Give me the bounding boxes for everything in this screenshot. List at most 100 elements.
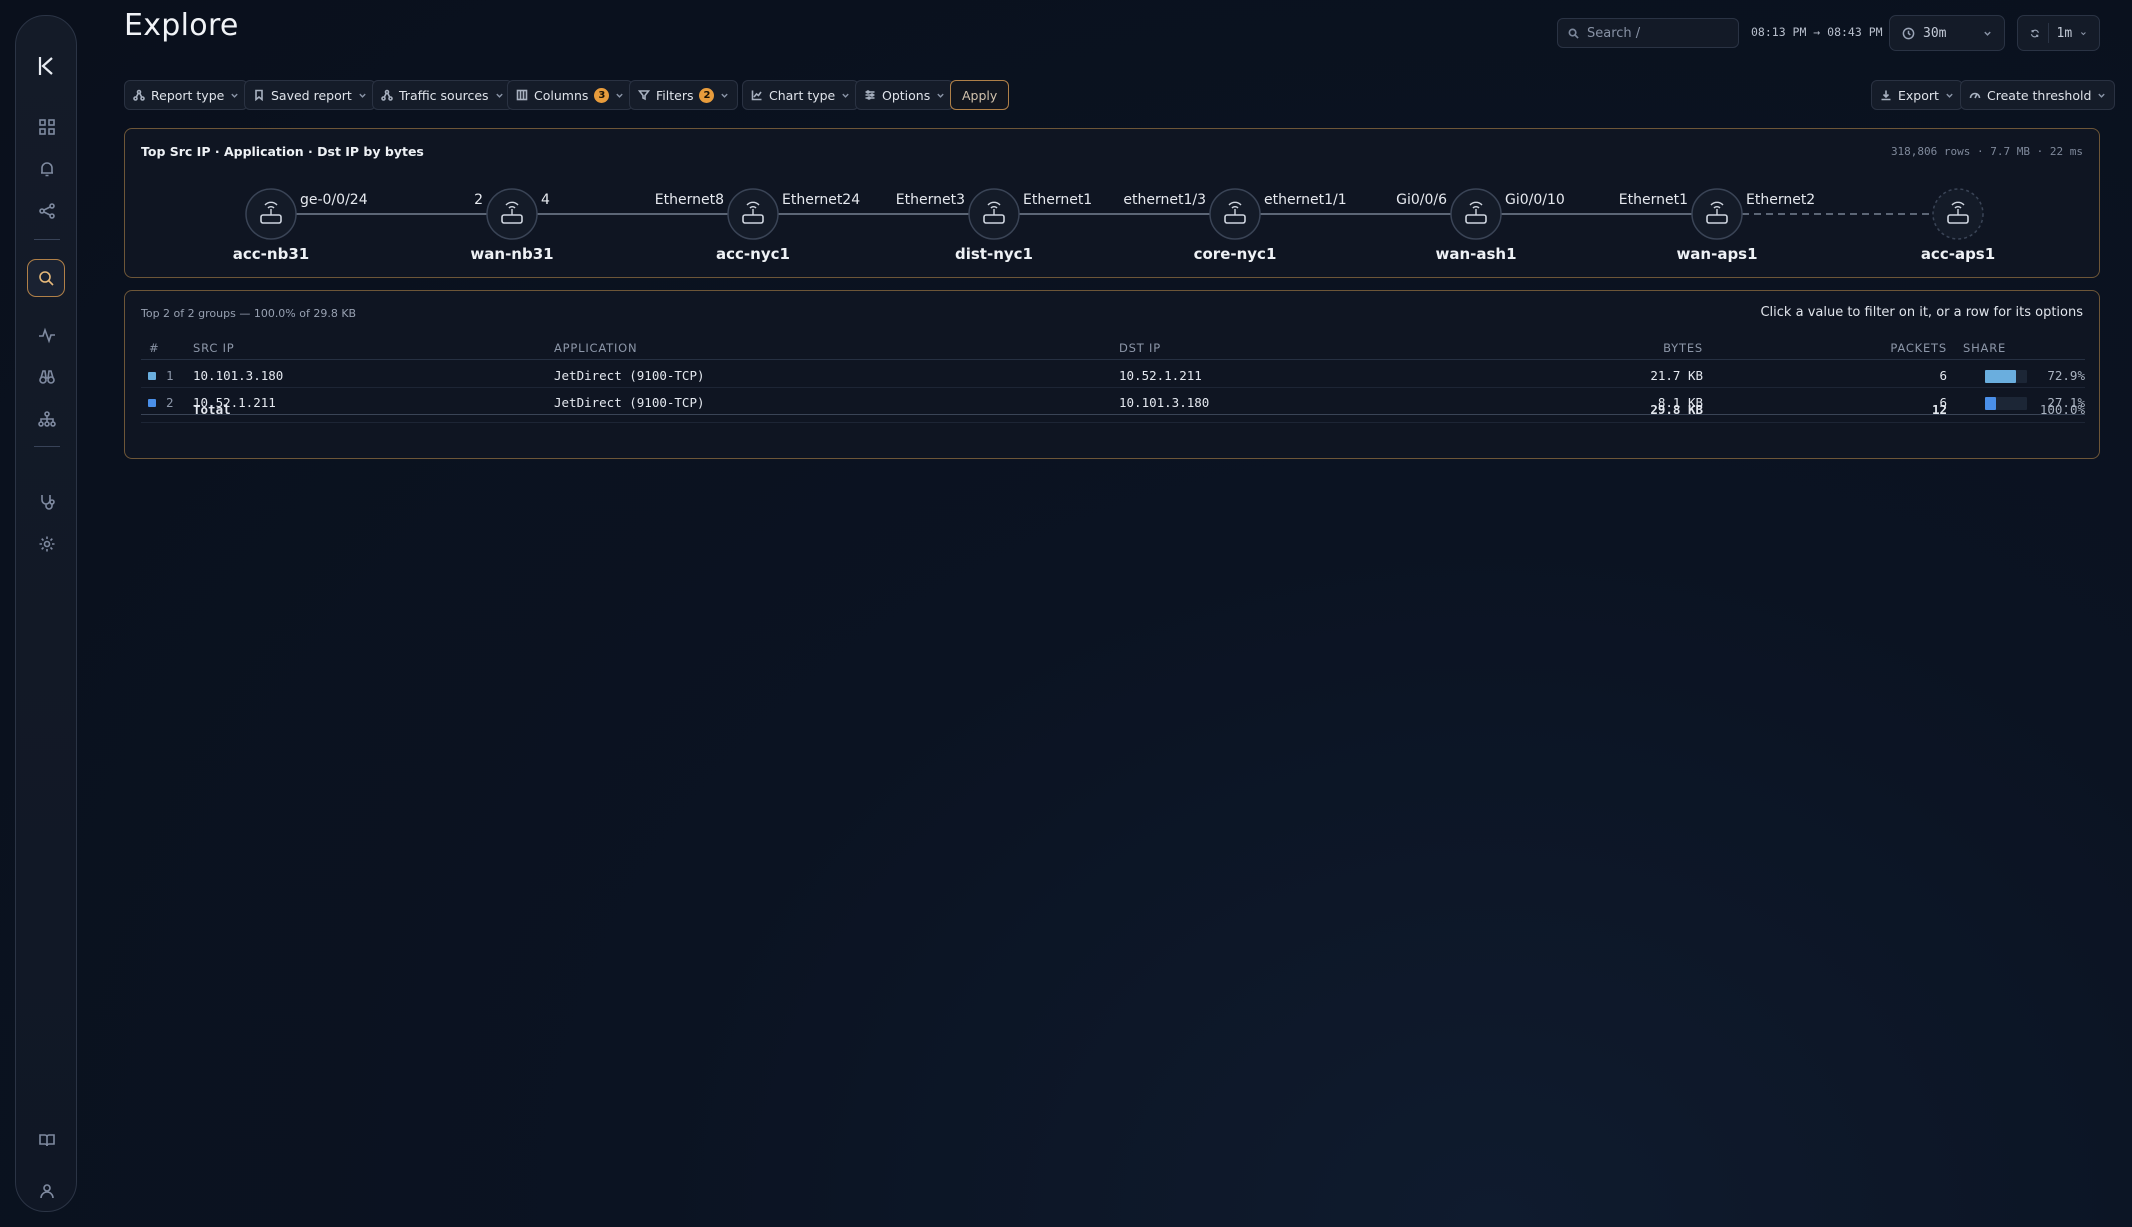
col-header-application[interactable]: APPLICATION: [554, 341, 637, 355]
columns-button[interactable]: Columns 3: [507, 80, 634, 110]
report-type-label: Report type: [151, 87, 225, 103]
col-header-bytes[interactable]: BYTES: [1663, 341, 1703, 355]
chevron-down-icon: [1946, 93, 1953, 98]
col-header-packets[interactable]: PACKETS: [1890, 341, 1947, 355]
search-box[interactable]: [1557, 18, 1739, 48]
filter-icon: [638, 90, 650, 101]
interface-label: Ethernet8: [655, 192, 724, 208]
col-header-src-ip[interactable]: SRC IP: [193, 341, 235, 355]
network-path-diagram: ge-0/0/24 2 4 Ethernet8 Ethernet24 Ethernet3 E…: [233, 188, 1995, 263]
interface-label: ge-0/0/24: [300, 192, 368, 208]
report-type-button[interactable]: Report type: [124, 80, 249, 110]
table-header-row: # SRC IP APPLICATION DST IP BYTES PACKET…: [141, 334, 2085, 360]
download-icon: [1881, 90, 1891, 101]
col-header-index: #: [149, 341, 160, 355]
search-input[interactable]: [1587, 25, 1727, 41]
sidebar-divider: [34, 446, 60, 447]
options-label: Options: [882, 87, 931, 103]
chart-type-button[interactable]: Chart type: [742, 80, 860, 110]
activity-pulse-icon[interactable]: [35, 323, 59, 347]
columns-icon: [516, 89, 528, 101]
network-icon: [381, 89, 393, 101]
book-icon[interactable]: [35, 1128, 59, 1152]
gear-icon[interactable]: [35, 532, 59, 556]
share-cell: 72.9%: [2047, 368, 2085, 383]
col-header-share[interactable]: SHARE: [1963, 341, 2006, 355]
device-name: wan-ash1: [1435, 245, 1516, 263]
interface-label: Gi0/0/10: [1505, 192, 1565, 208]
chevron-down-icon: [359, 93, 366, 98]
total-share: 100.0%: [2039, 402, 2085, 417]
columns-count-badge: 3: [594, 87, 610, 103]
application-cell[interactable]: JetDirect (9100-TCP): [554, 368, 705, 383]
share-bar-fill: [1985, 370, 2016, 383]
device-name: core-nyc1: [1194, 245, 1277, 263]
duration-select[interactable]: 30m: [1889, 15, 2005, 51]
duration-value: 30m: [1923, 25, 1947, 41]
refresh-icon: [2030, 29, 2039, 37]
filters-button[interactable]: Filters 2: [629, 80, 739, 110]
dst-ip-cell[interactable]: 10.52.1.211: [1119, 368, 1202, 383]
device-name: wan-aps1: [1676, 245, 1757, 263]
results-subheading: Top 2 of 2 groups — 100.0% of 29.8 KB: [141, 307, 357, 320]
saved-report-button[interactable]: Saved report: [244, 80, 376, 110]
chevron-down-icon: [1984, 31, 1991, 36]
app-logo-icon[interactable]: [30, 50, 62, 82]
line-chart-icon: [751, 90, 762, 101]
interface-label: Ethernet1: [1619, 192, 1688, 208]
topology-icon[interactable]: [35, 407, 59, 431]
interface-label: Gi0/0/6: [1396, 192, 1447, 208]
export-button[interactable]: Export: [1871, 80, 1963, 110]
results-panel: Top 2 of 2 groups — 100.0% of 29.8 KB Cl…: [124, 290, 2100, 459]
total-bytes: 29.8 KB: [1650, 402, 1703, 417]
total-label: Total: [193, 402, 231, 417]
explore-nav-item[interactable]: [27, 259, 65, 297]
chevron-down-icon: [937, 93, 944, 98]
bytes-cell: 21.7 KB: [1650, 368, 1703, 383]
refresh-interval-value: 1m: [2056, 25, 2073, 41]
traffic-sources-button[interactable]: Traffic sources: [372, 80, 513, 110]
row-index: 1: [166, 368, 174, 383]
table-row[interactable]: 1 10.101.3.180 JetDirect (9100-TCP) 10.5…: [141, 361, 2085, 388]
device-name: acc-nb31: [233, 245, 309, 263]
col-header-dst-ip[interactable]: DST IP: [1119, 341, 1161, 355]
options-button[interactable]: Options: [855, 80, 955, 110]
chevron-down-icon: [2098, 93, 2106, 98]
interface-label: Ethernet3: [896, 192, 965, 208]
src-ip-cell[interactable]: 10.101.3.180: [193, 368, 283, 383]
chevron-down-icon: [616, 93, 624, 98]
page-title: Explore: [124, 8, 239, 43]
binoculars-icon[interactable]: [35, 365, 59, 389]
search-icon: [1568, 28, 1579, 39]
share-bar: [1985, 370, 2027, 383]
columns-label: Columns: [534, 87, 589, 103]
stethoscope-icon[interactable]: [35, 490, 59, 514]
share-nodes-icon[interactable]: [35, 199, 59, 223]
create-threshold-button[interactable]: Create threshold: [1960, 80, 2116, 110]
user-icon[interactable]: [35, 1179, 59, 1203]
interface-label: Ethernet24: [782, 192, 860, 208]
chevron-down-icon: [495, 93, 503, 98]
table-total-row: Total 29.8 KB 12 100.0%: [141, 392, 2085, 423]
bell-icon[interactable]: [35, 157, 59, 181]
interface-label: ethernet1/1: [1264, 192, 1347, 208]
traffic-sources-label: Traffic sources: [399, 87, 489, 103]
search-icon: [34, 266, 58, 290]
sidebar-divider: [34, 239, 60, 240]
series-color-swatch: [148, 372, 156, 380]
chevron-down-icon: [231, 93, 239, 98]
apply-button[interactable]: Apply: [950, 80, 1010, 110]
device-name: wan-nb31: [470, 245, 553, 263]
refresh-interval-select[interactable]: 1m: [2017, 15, 2100, 51]
dashboard-grid-icon[interactable]: [35, 115, 59, 139]
filters-count-badge: 2: [699, 87, 715, 103]
sidebar: [15, 15, 77, 1212]
device-name: dist-nyc1: [955, 245, 1033, 263]
path-panel: Top Src IP · Application · Dst IP by byt…: [124, 128, 2100, 278]
bookmark-icon: [255, 89, 263, 101]
interface-label: 4: [541, 192, 550, 208]
device-name: acc-aps1: [1921, 245, 1995, 263]
time-range-display: 08:13 PM → 08:43 PM: [1751, 25, 1883, 39]
chevron-down-icon: [2081, 31, 2087, 35]
chart-type-label: Chart type: [769, 87, 836, 103]
